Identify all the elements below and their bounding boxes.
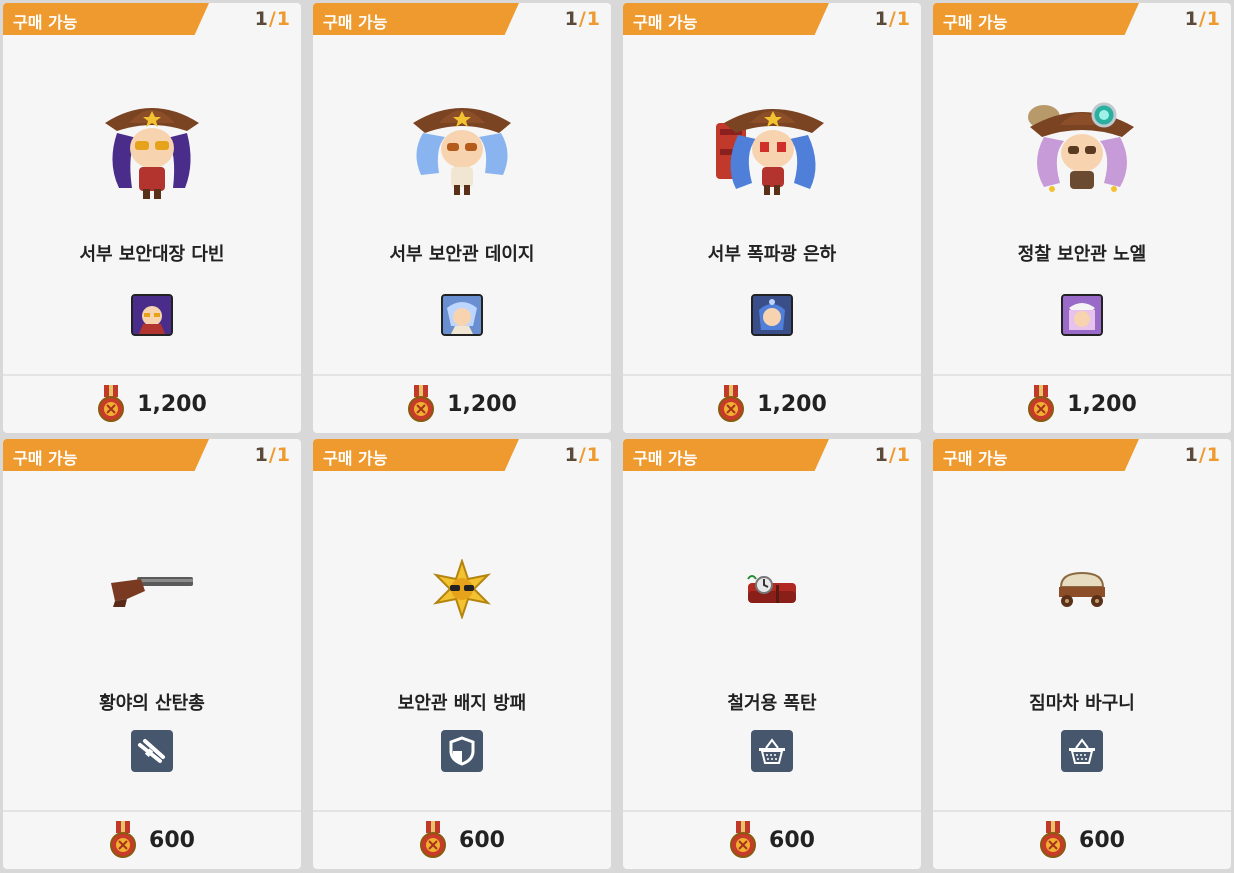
medal-icon — [408, 385, 435, 422]
price: 1,200 — [313, 376, 611, 432]
shotgun-sprite — [3, 559, 301, 619]
medal-icon — [1028, 385, 1055, 422]
purchase-count: 1/1 — [1184, 8, 1221, 30]
shop-card[interactable]: 구매 가능 1/1 정찰 보안관 노엘 1,200 — [933, 3, 1231, 433]
item-name: 보안관 배지 방패 — [397, 693, 527, 714]
medal-icon — [1040, 821, 1067, 858]
shop-card[interactable]: 구매 가능 1/1 짐마차 바구니 600 — [933, 439, 1231, 869]
shop-grid: 구매 가능 1/1 서부 보안대장 다빈 1,200 구매 가능 1/1 서부 … — [0, 0, 1234, 873]
shop-card[interactable]: 구매 가능 1/1 황야의 산탄총 600 — [3, 439, 301, 869]
status-badge: 구매 가능 — [623, 439, 829, 471]
character-sprite — [3, 83, 301, 213]
item-name: 서부 폭파광 은하 — [707, 244, 837, 265]
medal-icon — [730, 821, 757, 858]
purchase-count: 1/1 — [564, 8, 601, 30]
item-name: 황야의 산탄총 — [99, 693, 205, 714]
sheriff-badge-sprite — [313, 557, 611, 621]
character-sprite — [623, 83, 921, 213]
purchase-count: 1/1 — [564, 444, 601, 466]
purchase-count: 1/1 — [874, 444, 911, 466]
status-badge: 구매 가능 — [3, 3, 209, 35]
status-badge: 구매 가능 — [933, 439, 1139, 471]
price: 600 — [623, 812, 921, 868]
price: 600 — [933, 812, 1231, 868]
basket-icon — [751, 730, 793, 772]
portrait-icon — [131, 294, 173, 336]
medal-icon — [420, 821, 447, 858]
price: 1,200 — [933, 376, 1231, 432]
medal-icon — [110, 821, 137, 858]
shop-card[interactable]: 구매 가능 1/1 서부 폭파광 은하 1,200 — [623, 3, 921, 433]
wagon-sprite — [933, 559, 1231, 619]
status-badge: 구매 가능 — [623, 3, 829, 35]
item-name: 짐마차 바구니 — [1029, 693, 1135, 714]
purchase-count: 1/1 — [874, 8, 911, 30]
portrait-icon — [751, 294, 793, 336]
purchase-count: 1/1 — [254, 444, 291, 466]
shop-card[interactable]: 구매 가능 1/1 서부 보안대장 다빈 1,200 — [3, 3, 301, 433]
price: 600 — [3, 812, 301, 868]
medal-icon — [718, 385, 745, 422]
purchase-count: 1/1 — [1184, 444, 1221, 466]
shop-card[interactable]: 구매 가능 1/1 철거용 폭탄 600 — [623, 439, 921, 869]
purchase-count: 1/1 — [254, 8, 291, 30]
portrait-icon — [441, 294, 483, 336]
item-name: 서부 보안관 데이지 — [389, 244, 535, 265]
price: 1,200 — [3, 376, 301, 432]
character-sprite — [313, 83, 611, 213]
status-badge: 구매 가능 — [3, 439, 209, 471]
status-badge: 구매 가능 — [313, 439, 519, 471]
medal-icon — [98, 385, 125, 422]
item-name: 서부 보안대장 다빈 — [79, 244, 225, 265]
shield-icon — [441, 730, 483, 772]
price: 1,200 — [623, 376, 921, 432]
item-name: 철거용 폭탄 — [727, 693, 817, 714]
shop-card[interactable]: 구매 가능 1/1 서부 보안관 데이지 1,200 — [313, 3, 611, 433]
status-badge: 구매 가능 — [313, 3, 519, 35]
item-name: 정찰 보안관 노엘 — [1017, 244, 1147, 265]
basket-icon — [1061, 730, 1103, 772]
status-badge: 구매 가능 — [933, 3, 1139, 35]
portrait-icon — [1061, 294, 1103, 336]
bomb-sprite — [623, 559, 921, 619]
gun-icon — [131, 730, 173, 772]
character-sprite — [933, 83, 1231, 213]
shop-card[interactable]: 구매 가능 1/1 보안관 배지 방패 600 — [313, 439, 611, 869]
price: 600 — [313, 812, 611, 868]
